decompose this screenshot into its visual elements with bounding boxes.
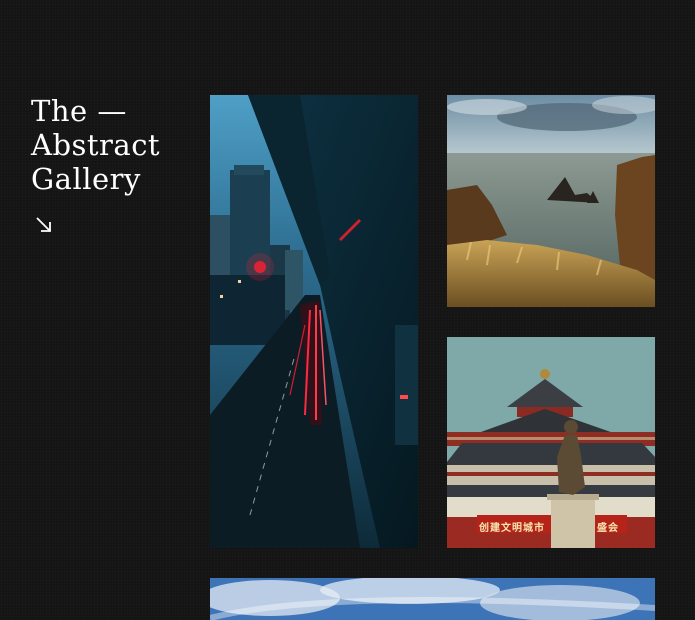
temple-sign-text-2: 盛会 [597,523,619,534]
city-night-photo[interactable] [210,95,418,548]
temple-statue-photo[interactable]: 创建文明城市 盛会 [447,337,655,548]
cloudy-sky-photo[interactable] [210,578,655,620]
title-line-2: Abstract [31,128,161,162]
gallery-title: The — Abstract Gallery [31,94,160,196]
temple-sign-text: 创建文明城市 [479,523,545,534]
title-line-1: The — [31,94,127,128]
title-line-3: Gallery [31,162,141,196]
coastal-rocks-photo[interactable] [447,95,655,307]
arrow-down-right-icon[interactable] [33,214,55,236]
